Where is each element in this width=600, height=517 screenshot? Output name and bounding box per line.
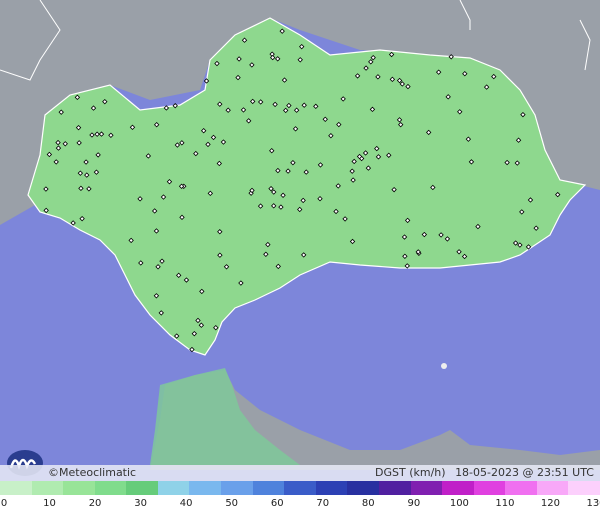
scale-tick-label: 120 [540, 498, 560, 509]
scale-swatch [284, 481, 316, 495]
scale-swatch [505, 481, 537, 495]
color-scale-ticks: 0 10 20 30 40 50 60 70 80 90 100 110 120 130 [0, 498, 600, 512]
scale-swatch [94, 481, 127, 495]
map-footer: ©Meteoclimatic DGST (km/h) 18-05-2023 @ … [0, 465, 600, 481]
brand-label: ©Meteoclimatic [48, 466, 137, 479]
datetime-label: 18-05-2023 @ 23:51 UTC [455, 466, 594, 479]
scale-tick-label: 70 [316, 498, 330, 509]
scale-swatch [568, 481, 600, 495]
scale-swatch [347, 481, 379, 495]
wind-gust-map [0, 0, 600, 517]
scale-swatch [126, 481, 158, 495]
scale-tick-label: 130 [586, 498, 600, 509]
scale-tick-label: 80 [361, 498, 375, 509]
scale-tick-label: 40 [179, 498, 193, 509]
scale-swatch [473, 481, 506, 495]
color-scale-bar [0, 481, 600, 495]
scale-swatch [378, 481, 411, 495]
scale-swatch [63, 481, 95, 495]
scale-tick-label: 0 [0, 498, 8, 509]
scale-swatch [189, 481, 222, 495]
scale-swatch [536, 481, 569, 495]
scale-tick-label: 90 [407, 498, 421, 509]
color-scale: 0 10 20 30 40 50 60 70 80 90 100 110 120 130 [0, 481, 600, 517]
variable-label: DGST (km/h) [375, 466, 446, 479]
scale-tick-label: 30 [134, 498, 147, 509]
scale-tick-label: 100 [449, 498, 469, 509]
scale-swatch [0, 481, 32, 495]
scale-tick-label: 50 [225, 498, 239, 509]
scale-tick-label: 110 [495, 498, 515, 509]
scale-tick-label: 60 [270, 498, 284, 509]
scale-swatch [157, 481, 190, 495]
scale-swatch [315, 481, 348, 495]
scale-swatch [252, 481, 285, 495]
scale-tick-label: 20 [88, 498, 102, 509]
scale-tick-label: 10 [43, 498, 56, 509]
map-info: DGST (km/h) 18-05-2023 @ 23:51 UTC [375, 466, 594, 479]
alboran-island [441, 363, 447, 369]
scale-swatch [31, 481, 64, 495]
scale-swatch [221, 481, 253, 495]
scale-swatch [410, 481, 443, 495]
scale-swatch [442, 481, 474, 495]
